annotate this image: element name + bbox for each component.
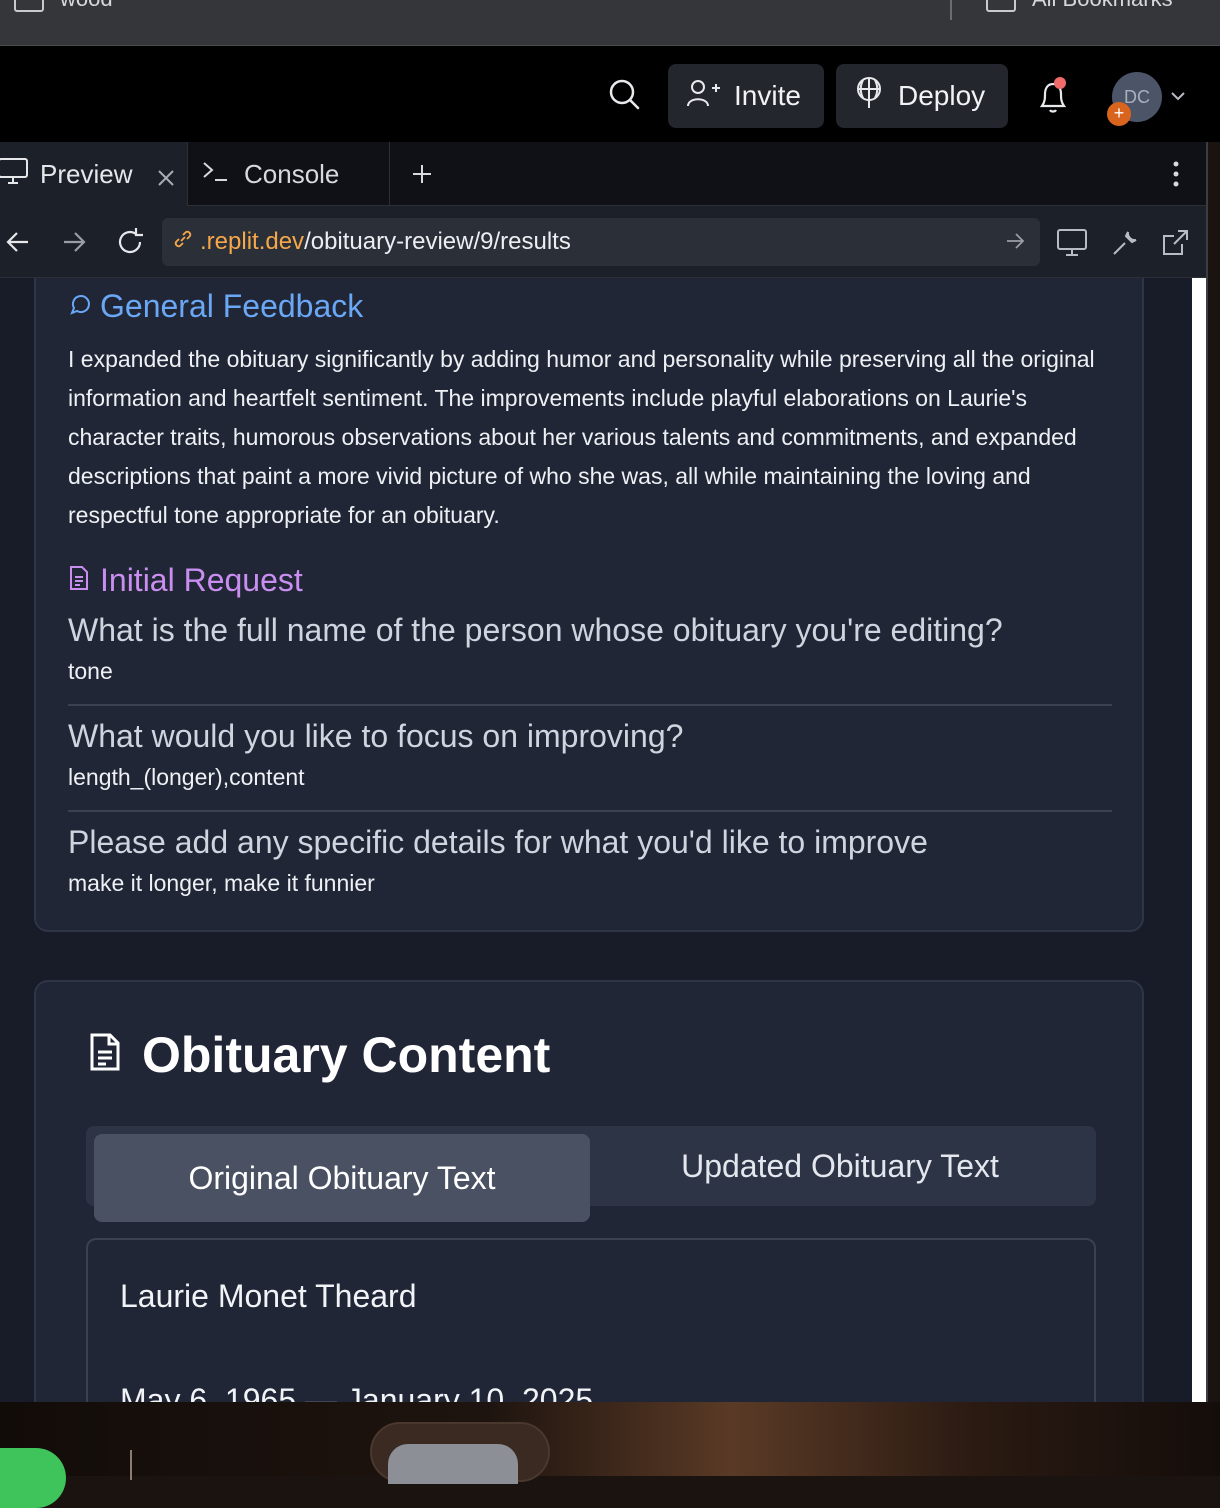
link-icon	[172, 228, 194, 257]
tab-label: Console	[244, 158, 340, 189]
all-bookmarks-button[interactable]: All Bookmarks	[986, 0, 1173, 12]
notifications-button[interactable]	[1034, 76, 1074, 116]
general-feedback-title: General Feedback	[100, 288, 364, 324]
obituary-name: Laurie Monet Theard	[120, 1278, 417, 1314]
tab-updated-obituary[interactable]: Updated Obituary Text	[590, 1126, 1090, 1206]
terminal-icon	[202, 159, 228, 190]
url-domain: .replit.dev	[200, 228, 305, 255]
deploy-button[interactable]: Deploy	[836, 64, 1008, 128]
obituary-text-panel: Laurie Monet Theard May 6, 1965 — Januar…	[86, 1238, 1096, 1402]
obituary-content-title: Obituary Content	[142, 1027, 551, 1083]
invite-button[interactable]: Invite	[668, 64, 824, 128]
desktop-background	[0, 1402, 1220, 1508]
bell-icon	[1039, 77, 1067, 113]
monitor-icon	[0, 157, 28, 192]
general-feedback-heading: General Feedback	[68, 288, 363, 325]
more-options-icon[interactable]	[1166, 160, 1186, 188]
bookmarks-divider	[950, 0, 952, 20]
file-text-icon	[88, 1026, 122, 1084]
workspace-header: Invite Deploy DC +	[0, 46, 1220, 142]
url-input[interactable]: .replit.dev /obituary-review/9/results	[162, 218, 1040, 266]
request-item: Please add any specific details for what…	[68, 822, 1112, 900]
deploy-icon	[854, 76, 898, 117]
request-item: What would you like to focus on improvin…	[68, 716, 1112, 812]
initial-request-heading: Initial Request	[68, 562, 303, 599]
feedback-text: I expanded the obituary significantly by…	[68, 346, 1095, 528]
search-icon[interactable]	[606, 76, 642, 112]
request-question: What would you like to focus on improvin…	[68, 718, 684, 754]
obituary-tabs: Original Obituary Text Updated Obituary …	[86, 1126, 1096, 1222]
tab-preview[interactable]: Preview	[0, 142, 188, 206]
deploy-label: Deploy	[898, 80, 986, 111]
url-path: /obituary-review/9/results	[304, 228, 571, 255]
bookmark-folder-wood[interactable]: wood	[14, 0, 113, 12]
bookmarks-bar: wood All Bookmarks	[0, 0, 1220, 46]
new-tab-plus-icon[interactable]	[410, 162, 434, 186]
invite-label: Invite	[734, 80, 801, 111]
open-external-icon[interactable]	[1160, 228, 1190, 263]
tab-label: Preview	[40, 158, 133, 189]
messages-app-icon[interactable]	[0, 1448, 66, 1508]
wrench-icon[interactable]	[1110, 228, 1140, 263]
page-viewport: General Feedback I expanded the obituary…	[0, 278, 1192, 1402]
folder-icon	[14, 0, 44, 12]
device-preview-icon[interactable]	[1056, 228, 1088, 263]
bookmark-label: All Bookmarks	[1032, 0, 1173, 12]
url-toolbar: .replit.dev /obituary-review/9/results	[0, 206, 1206, 278]
reload-icon[interactable]	[114, 226, 146, 263]
scrollbar[interactable]	[1192, 278, 1206, 1402]
forward-arrow-icon[interactable]	[60, 228, 88, 261]
request-question: What is the full name of the person whos…	[68, 612, 1003, 648]
message-circle-icon	[68, 288, 92, 325]
avatar-initials: DC	[1124, 86, 1150, 107]
feedback-card: General Feedback I expanded the obituary…	[34, 278, 1144, 932]
plus-badge-icon: +	[1107, 102, 1131, 126]
obituary-dates: May 6, 1965 — January 10, 2025	[120, 1382, 594, 1402]
folder-icon	[986, 0, 1016, 12]
request-question: Please add any specific details for what…	[68, 824, 928, 860]
request-answer: make it longer, make it funnier	[68, 870, 375, 896]
file-text-icon	[68, 562, 90, 599]
preview-pane: Preview Console .replit.dev /obituary-re…	[0, 142, 1208, 1402]
back-arrow-icon[interactable]	[4, 228, 32, 261]
chevron-down-icon[interactable]	[1168, 86, 1188, 106]
obituary-content-card: Obituary Content Original Obituary Text …	[34, 980, 1144, 1402]
request-answer: tone	[68, 658, 113, 684]
tab-original-obituary[interactable]: Original Obituary Text	[94, 1134, 590, 1222]
add-user-icon	[686, 78, 734, 115]
bookmark-label: wood	[60, 0, 113, 12]
initial-request-title: Initial Request	[100, 562, 303, 598]
pane-tab-bar: Preview Console	[0, 142, 1206, 206]
obituary-content-heading: Obituary Content	[88, 1026, 550, 1084]
request-item: What is the full name of the person whos…	[68, 610, 1112, 706]
close-icon[interactable]	[156, 164, 176, 195]
request-answer: length_(longer),content	[68, 764, 305, 790]
tab-console[interactable]: Console	[188, 142, 390, 206]
trash-icon[interactable]	[388, 1444, 518, 1484]
go-arrow-icon[interactable]	[1004, 230, 1026, 259]
